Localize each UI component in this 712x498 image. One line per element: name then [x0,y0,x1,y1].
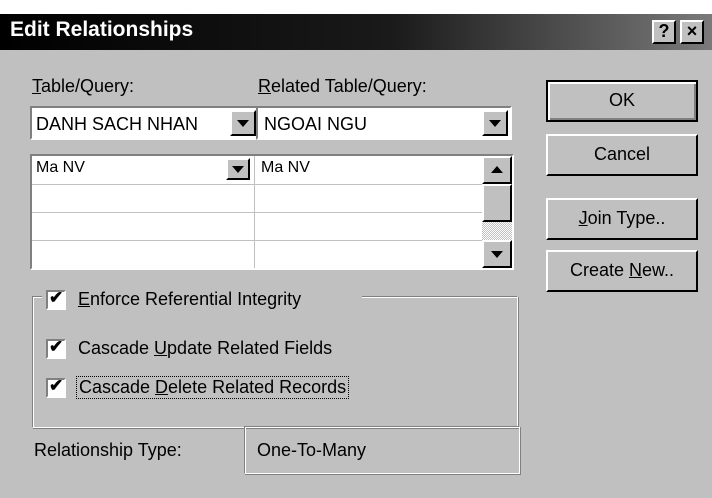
grid-cell-text: Ma NV [261,159,310,176]
check-icon: ✔ [49,376,64,395]
table-query-label: Table/Query: [32,76,135,96]
cascade-update-checkbox[interactable]: ✔ [46,337,66,359]
table-combo[interactable]: DANH SACH NHAN [30,106,260,140]
related-table-combo-value: NGOAI NGU [264,114,368,134]
cascade-delete-option[interactable]: ✔ Cascade Delete Related Records [42,374,412,404]
table-combo-dropdown[interactable] [230,110,256,136]
related-table-combo-dropdown[interactable] [482,110,508,136]
scroll-thumb[interactable] [482,184,512,222]
relationship-type-box: One-To-Many [244,426,520,474]
check-icon: ✔ [49,337,64,356]
enforce-integrity-label: Enforce Referential Integrity [78,289,302,309]
enforce-integrity-option[interactable]: ✔ Enforce Referential Integrity [42,286,362,314]
cascade-update-label: Cascade Update Related Fields [78,338,333,358]
grid-row-left-cell[interactable] [32,213,254,240]
check-icon: ✔ [49,288,64,307]
cascade-delete-label: Cascade Delete Related Records [76,376,350,399]
join-type-button[interactable]: Join Type.. [546,198,698,240]
cancel-button[interactable]: Cancel [546,134,698,176]
chevron-down-icon [232,166,244,173]
chevron-up-icon [491,166,503,173]
relationship-type-label: Relationship Type: [34,440,182,460]
create-new-button[interactable]: Create New.. [546,250,698,292]
close-button[interactable]: × [680,20,704,44]
edit-relationships-dialog: Edit Relationships ? × Table/Query: Rela… [0,14,712,498]
ok-button[interactable]: OK [546,80,698,122]
grid-row-left-cell[interactable] [32,185,254,212]
chevron-down-icon [237,120,249,127]
cascade-update-option[interactable]: ✔ Cascade Update Related Fields [42,336,402,364]
grid-row-right-cell[interactable] [255,213,482,240]
grid-scrollbar[interactable] [482,156,512,268]
grid-row-right-cell[interactable] [255,185,482,212]
title-bar[interactable]: Edit Relationships ? × [0,14,712,50]
scroll-up-button[interactable] [482,156,512,184]
relationship-type-value: One-To-Many [257,440,367,460]
enforce-integrity-checkbox[interactable]: ✔ [46,288,66,310]
table-combo-value: DANH SACH NHAN [36,114,199,134]
chevron-down-icon [489,120,501,127]
grid-cell-dropdown[interactable] [226,158,250,180]
grid-row-right-cell[interactable] [255,241,482,268]
grid-row-left-cell[interactable] [32,241,254,268]
help-button[interactable]: ? [652,20,676,44]
cascade-delete-checkbox[interactable]: ✔ [46,376,66,398]
related-table-query-label: Related Table/Query: [258,76,427,96]
fields-grid[interactable]: Ma NV Ma NV [30,154,514,270]
scroll-down-button[interactable] [482,240,512,268]
grid-row-right-cell[interactable]: Ma NV [255,156,482,184]
grid-cell-text: Ma NV [36,159,85,176]
grid-row-left-cell[interactable]: Ma NV [32,156,254,184]
related-table-combo[interactable]: NGOAI NGU [256,106,512,140]
chevron-down-icon [491,251,503,258]
window-title: Edit Relationships [10,18,194,41]
